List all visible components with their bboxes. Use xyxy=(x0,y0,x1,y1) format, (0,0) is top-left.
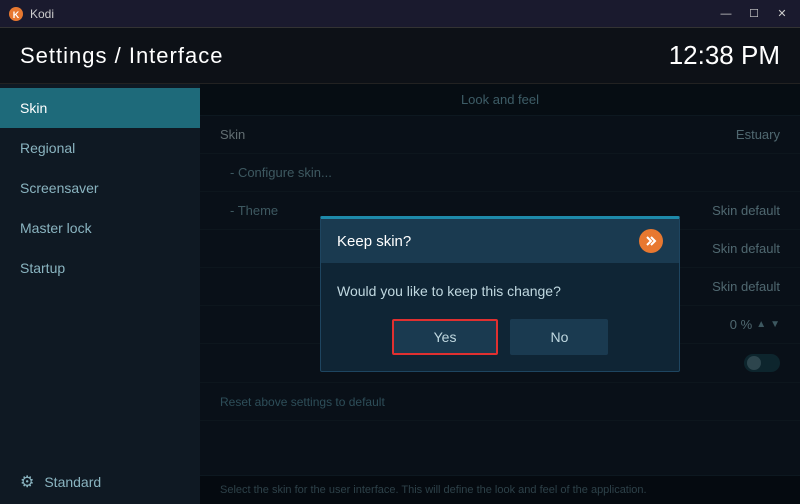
sidebar-item-screensaver[interactable]: Screensaver xyxy=(0,168,200,208)
standard-button[interactable]: ⚙ Standard xyxy=(0,460,200,504)
dialog-header: Keep skin? xyxy=(321,219,679,263)
minimize-button[interactable]: — xyxy=(716,7,736,21)
dialog-overlay: Keep skin? Would you like to keep this c… xyxy=(200,84,800,504)
maximize-button[interactable]: ☐ xyxy=(744,7,764,21)
gear-icon: ⚙ xyxy=(20,472,34,492)
sidebar-item-master-lock[interactable]: Master lock xyxy=(0,208,200,248)
titlebar-title: Kodi xyxy=(30,7,716,21)
clock: 12:38 PM xyxy=(669,40,780,71)
close-button[interactable]: ✕ xyxy=(772,7,792,21)
window-controls: — ☐ ✕ xyxy=(716,7,792,21)
main-content: Look and feel Skin Estuary - Configure s… xyxy=(200,84,800,504)
svg-text:K: K xyxy=(13,10,20,20)
dialog-title: Keep skin? xyxy=(337,233,411,250)
titlebar: K Kodi — ☐ ✕ xyxy=(0,0,800,28)
dialog-message: Would you like to keep this change? xyxy=(337,283,663,299)
yes-button[interactable]: Yes xyxy=(392,319,499,355)
sidebar-item-skin[interactable]: Skin xyxy=(0,88,200,128)
header: Settings / Interface 12:38 PM xyxy=(0,28,800,84)
sidebar-item-startup[interactable]: Startup xyxy=(0,248,200,288)
app-icon: K xyxy=(8,6,24,22)
content-area: Skin Regional Screensaver Master lock St… xyxy=(0,84,800,504)
dialog-kodi-icon xyxy=(639,229,663,253)
dialog-body: Would you like to keep this change? Yes … xyxy=(321,263,679,371)
no-button[interactable]: No xyxy=(510,319,608,355)
dialog-buttons: Yes No xyxy=(337,319,663,355)
app-container: Settings / Interface 12:38 PM Skin Regio… xyxy=(0,28,800,504)
keep-skin-dialog: Keep skin? Would you like to keep this c… xyxy=(320,216,680,372)
standard-label: Standard xyxy=(44,474,101,490)
sidebar: Skin Regional Screensaver Master lock St… xyxy=(0,84,200,504)
page-title: Settings / Interface xyxy=(20,43,223,69)
sidebar-item-regional[interactable]: Regional xyxy=(0,128,200,168)
